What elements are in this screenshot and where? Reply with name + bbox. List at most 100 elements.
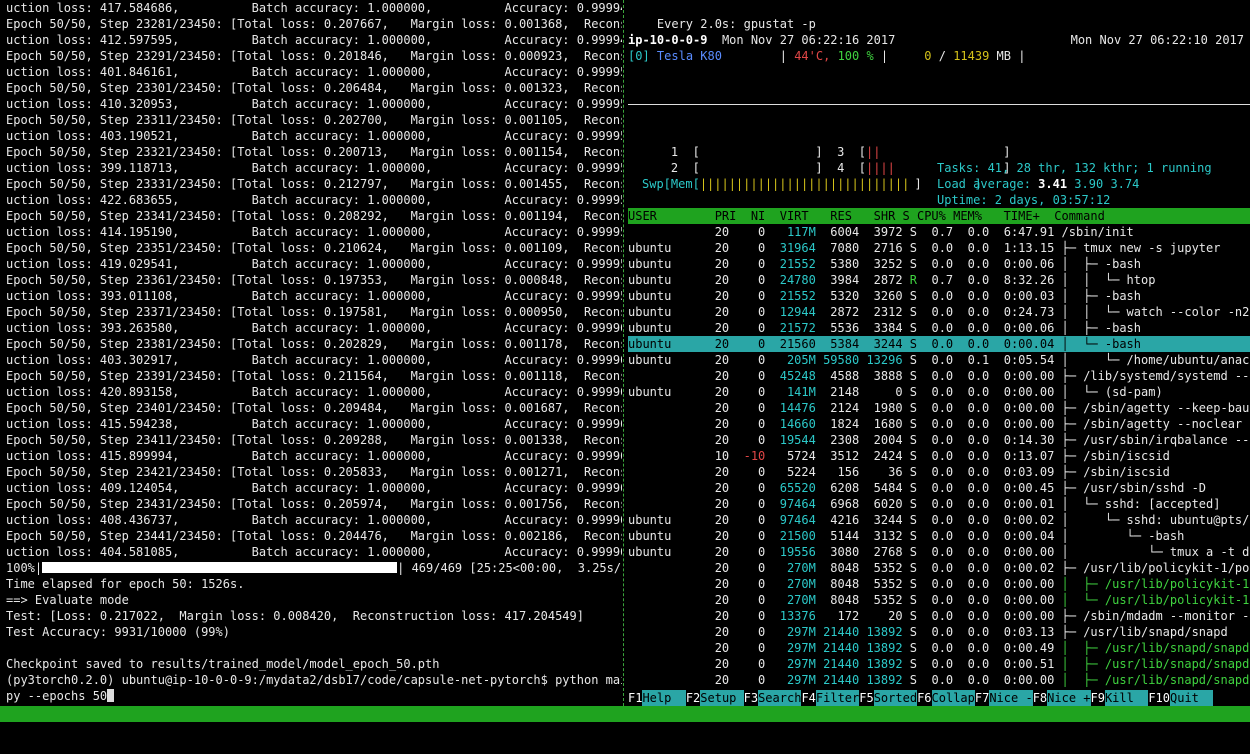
process-table-header[interactable]: USER PRI NI VIRT RES SHR S CPU% MEM% TIM… — [628, 208, 1250, 224]
process-ni: 0 — [729, 609, 766, 623]
fkey-f6[interactable]: F6 — [917, 691, 931, 705]
fkey-label[interactable]: Quit — [1170, 690, 1214, 706]
process-mem: 0.0 — [953, 561, 990, 575]
fkey-f9[interactable]: F9 — [1091, 691, 1105, 705]
tmux-window-list[interactable]: [dl] 0:bash* — [6, 722, 93, 738]
process-virt: 21500 — [765, 529, 816, 543]
process-s: S — [902, 641, 918, 655]
process-row[interactable]: 20 0 270M 8048 5352 S 0.0 0.0 0:00.02 ├─… — [628, 560, 1250, 576]
mem-meter-end: ] — [900, 177, 922, 191]
process-user — [628, 561, 700, 575]
process-row[interactable]: 20 0 65520 6208 5484 S 0.0 0.0 0:00.45 ├… — [628, 480, 1250, 496]
process-pri: 20 — [700, 289, 730, 303]
fkey-f5[interactable]: F5 — [859, 691, 873, 705]
watch-time: Mon Nov 27 06:22:10 2017 — [1070, 33, 1244, 47]
process-row[interactable]: 20 0 117M 6004 3972 S 0.7 0.0 6:47.91 /s… — [628, 224, 1250, 240]
process-table[interactable]: 20 0 117M 6004 3972 S 0.7 0.0 6:47.91 /s… — [628, 224, 1250, 688]
process-res: 21440 — [815, 657, 860, 671]
process-row[interactable]: 20 0 14476 2124 1980 S 0.0 0.0 0:00.00 ├… — [628, 400, 1250, 416]
process-row[interactable]: ubuntu 20 0 21552 5320 3260 S 0.0 0.0 0:… — [628, 288, 1250, 304]
fkey-f2[interactable]: F2 — [686, 691, 700, 705]
process-row[interactable]: ubuntu 20 0 97464 4216 3244 S 0.0 0.0 0:… — [628, 512, 1250, 528]
process-virt: 270M — [765, 593, 816, 607]
fkey-label[interactable]: Collap — [931, 690, 975, 706]
fkey-label[interactable]: Nice - — [989, 690, 1033, 706]
process-row[interactable]: ubuntu 20 0 21560 5384 3244 S 0.0 0.0 0:… — [628, 336, 1250, 352]
fkey-f8[interactable]: F8 — [1033, 691, 1047, 705]
process-row[interactable]: 20 0 14660 1824 1680 S 0.0 0.0 0:00.00 ├… — [628, 416, 1250, 432]
process-virt: 141M — [765, 385, 816, 399]
process-user — [628, 449, 700, 463]
process-cpu: 0.0 — [917, 641, 954, 655]
fkey-label[interactable]: Kill — [1104, 690, 1149, 706]
process-row[interactable]: 20 0 13376 172 20 S 0.0 0.0 0:00.00 ├─ /… — [628, 608, 1250, 624]
process-time: 0:00.04 — [989, 337, 1055, 351]
process-ni: -10 — [729, 449, 766, 463]
fkey-label[interactable]: Setup — [700, 690, 744, 706]
pane-divider[interactable] — [623, 0, 625, 706]
process-row[interactable]: 20 0 19544 2308 2004 S 0.0 0.0 0:14.30 ├… — [628, 432, 1250, 448]
process-row[interactable]: ubuntu 20 0 21572 5536 3384 S 0.0 0.0 0:… — [628, 320, 1250, 336]
fkey-f1[interactable]: F1 — [628, 691, 642, 705]
process-pri: 20 — [700, 273, 730, 287]
process-row[interactable]: ubuntu 20 0 19556 3080 2768 S 0.0 0.0 0:… — [628, 544, 1250, 560]
process-row[interactable]: 10 -10 5724 3512 2424 S 0.0 0.0 0:13.07 … — [628, 448, 1250, 464]
process-row[interactable]: ubuntu 20 0 205M 59580 13296 S 0.0 0.1 0… — [628, 352, 1250, 368]
process-row[interactable]: ubuntu 20 0 21500 5144 3132 S 0.0 0.0 0:… — [628, 528, 1250, 544]
process-row[interactable]: 20 0 5224 156 36 S 0.0 0.0 0:03.09 ├─ /s… — [628, 464, 1250, 480]
fkey-label[interactable]: Nice + — [1047, 690, 1091, 706]
process-user: ubuntu — [628, 353, 701, 367]
process-ni: 0 — [729, 305, 766, 319]
process-cmd: │ └─ -bash — [1054, 529, 1185, 543]
process-row[interactable]: ubuntu 20 0 31964 7080 2716 S 0.0 0.0 1:… — [628, 240, 1250, 256]
process-pri: 20 — [700, 241, 730, 255]
fkey-f4[interactable]: F4 — [801, 691, 815, 705]
process-s: S — [902, 465, 918, 479]
mem-meter-bars: ||||||||||||||||||||||||||||| — [699, 177, 910, 191]
fkey-label[interactable]: Search — [758, 690, 802, 706]
process-time: 0:00.00 — [989, 577, 1055, 591]
process-pri: 20 — [700, 513, 730, 527]
process-pri: 20 — [700, 385, 730, 399]
process-s: S — [902, 337, 918, 351]
process-mem: 0.0 — [953, 273, 990, 287]
process-row[interactable]: ubuntu 20 0 24780 3984 2872 R 0.7 0.0 8:… — [628, 272, 1250, 288]
fkey-label[interactable]: Filter — [815, 690, 860, 706]
process-row[interactable]: ubuntu 20 0 12944 2872 2312 S 0.0 0.0 0:… — [628, 304, 1250, 320]
process-cpu: 0.0 — [917, 529, 954, 543]
process-time: 0:24.73 — [989, 305, 1055, 319]
process-row[interactable]: 20 0 297M 21440 13892 S 0.0 0.0 0:03.13 … — [628, 624, 1250, 640]
process-row[interactable]: 20 0 270M 8048 5352 S 0.0 0.0 0:00.00 │ … — [628, 576, 1250, 592]
process-user — [628, 625, 700, 639]
process-s: S — [902, 545, 918, 559]
process-user — [628, 657, 700, 671]
process-virt: 270M — [765, 561, 816, 575]
fkey-f3[interactable]: F3 — [744, 691, 758, 705]
watch-header-line: Every 2.0s: gpustat -p Mon Nov 27 06:22:… — [628, 0, 1250, 47]
process-shr: 2768 — [859, 545, 903, 559]
process-row[interactable]: 20 0 297M 21440 13892 S 0.0 0.0 0:00.49 … — [628, 640, 1250, 656]
process-row[interactable]: ubuntu 20 0 141M 2148 0 S 0.0 0.0 0:00.0… — [628, 384, 1250, 400]
process-row[interactable]: ubuntu 20 0 21552 5380 3252 S 0.0 0.0 0:… — [628, 256, 1250, 272]
fkey-label[interactable]: Help — [642, 690, 686, 706]
fkey-f10[interactable]: F10 — [1148, 691, 1170, 705]
fkey-f7[interactable]: F7 — [975, 691, 989, 705]
process-row[interactable]: 20 0 45248 4588 3888 S 0.0 0.0 0:00.00 ├… — [628, 368, 1250, 384]
process-pri: 20 — [700, 225, 730, 239]
process-row[interactable]: 20 0 297M 21440 13892 S 0.0 0.0 0:00.00 … — [628, 672, 1250, 688]
process-cmd: │ │ └─ watch --color -n2.0 g — [1061, 305, 1250, 319]
shell-prompt-line[interactable]: py --epochs 50 — [0, 688, 622, 704]
training-log-pane[interactable]: uction loss: 417.584686, Batch accuracy:… — [0, 0, 622, 706]
process-row[interactable]: 20 0 270M 8048 5352 S 0.0 0.0 0:00.00 │ … — [628, 592, 1250, 608]
process-cmd: ├─ /usr/lib/policykit-1/polkit — [1061, 561, 1250, 575]
process-row[interactable]: 20 0 297M 21440 13892 S 0.0 0.0 0:00.51 … — [628, 656, 1250, 672]
monitor-pane[interactable]: Every 2.0s: gpustat -p Mon Nov 27 06:22:… — [628, 0, 1250, 706]
log-line[interactable]: (py3torch0.2.0) ubuntu@ip-10-0-0-9:/myda… — [0, 672, 622, 688]
process-res: 8048 — [815, 593, 860, 607]
process-user — [628, 369, 700, 383]
process-shr: 2312 — [859, 305, 903, 319]
log-line: Checkpoint saved to results/trained_mode… — [6, 657, 440, 671]
process-row[interactable]: 20 0 97464 6968 6020 S 0.0 0.0 0:00.01 │… — [628, 496, 1250, 512]
fkey-label[interactable]: Sorted — [873, 690, 918, 706]
